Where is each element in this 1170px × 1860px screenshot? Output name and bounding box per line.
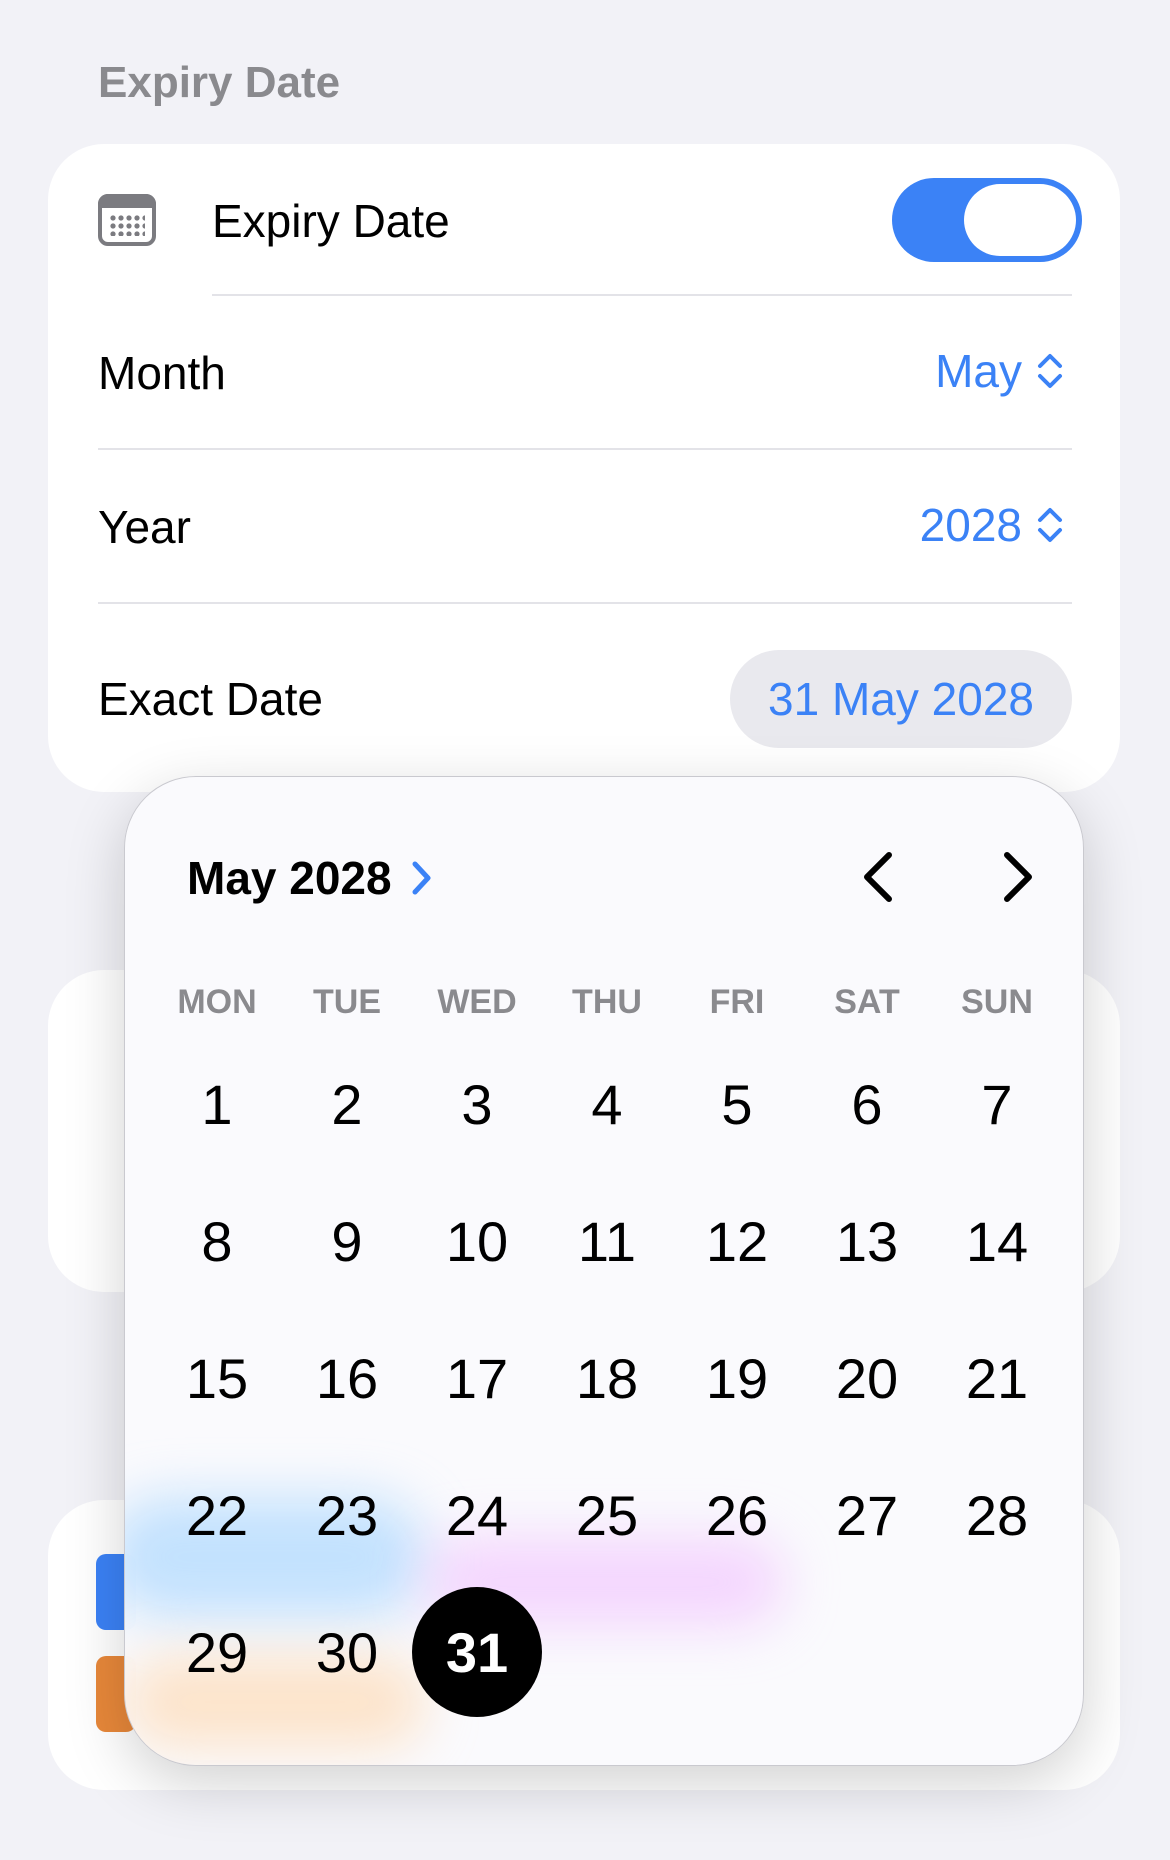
calendar-day-7[interactable]: 7 bbox=[932, 1039, 1062, 1169]
calendar-day-30[interactable]: 30 bbox=[282, 1587, 412, 1717]
calendar-day-6[interactable]: 6 bbox=[802, 1039, 932, 1169]
chevron-updown-icon bbox=[1038, 354, 1062, 388]
weekday-tue: TUE bbox=[313, 983, 381, 1021]
calendar-day-25[interactable]: 25 bbox=[542, 1450, 672, 1580]
month-picker[interactable]: May bbox=[935, 344, 1064, 398]
calendar-day-9[interactable]: 9 bbox=[282, 1176, 412, 1306]
calendar-day-13[interactable]: 13 bbox=[802, 1176, 932, 1306]
calendar-day-19[interactable]: 19 bbox=[672, 1313, 802, 1443]
calendar-day-31[interactable]: 31 bbox=[412, 1587, 542, 1717]
calendar-day-12[interactable]: 12 bbox=[672, 1176, 802, 1306]
month-value: May bbox=[935, 345, 1022, 397]
section-header: Expiry Date bbox=[98, 58, 341, 107]
expiry-settings-card: Expiry Date Month May Year 2028 Exact Da… bbox=[48, 144, 1120, 792]
calendar-day-15[interactable]: 15 bbox=[152, 1313, 282, 1443]
calendar-title: May 2028 bbox=[187, 852, 392, 904]
calendar-day-8[interactable]: 8 bbox=[152, 1176, 282, 1306]
calendar-day-18[interactable]: 18 bbox=[542, 1313, 672, 1443]
calendar-day-3[interactable]: 3 bbox=[412, 1039, 542, 1169]
exact-date-button[interactable]: 31 May 2028 bbox=[730, 650, 1072, 748]
month-row[interactable]: Month May bbox=[48, 296, 1120, 448]
calendar-day-14[interactable]: 14 bbox=[932, 1176, 1062, 1306]
year-row[interactable]: Year 2028 bbox=[48, 450, 1120, 602]
year-value: 2028 bbox=[919, 499, 1022, 551]
calendar-day-11[interactable]: 11 bbox=[542, 1176, 672, 1306]
calendar-day-5[interactable]: 5 bbox=[672, 1039, 802, 1169]
calendar-day-17[interactable]: 17 bbox=[412, 1313, 542, 1443]
month-year-selector[interactable]: May 2028 bbox=[187, 851, 434, 905]
calendar-day-24[interactable]: 24 bbox=[412, 1450, 542, 1580]
calendar-day-16[interactable]: 16 bbox=[282, 1313, 412, 1443]
expiry-toggle[interactable] bbox=[892, 178, 1082, 262]
calendar-day-26[interactable]: 26 bbox=[672, 1450, 802, 1580]
previous-month-button[interactable] bbox=[853, 847, 909, 907]
toggle-knob bbox=[964, 184, 1076, 256]
year-picker[interactable]: 2028 bbox=[920, 498, 1064, 552]
calendar-day-20[interactable]: 20 bbox=[802, 1313, 932, 1443]
calendar-day-28[interactable]: 28 bbox=[932, 1450, 1062, 1580]
calendar-day-4[interactable]: 4 bbox=[542, 1039, 672, 1169]
weekday-fri: FRI bbox=[709, 983, 765, 1021]
weekday-thu: THU bbox=[572, 983, 642, 1021]
calendar-day-21[interactable]: 21 bbox=[932, 1313, 1062, 1443]
selected-day-label: 31 bbox=[412, 1587, 542, 1717]
calendar-day-10[interactable]: 10 bbox=[412, 1176, 542, 1306]
year-label: Year bbox=[98, 501, 191, 553]
weekday-wed: WED bbox=[437, 983, 517, 1021]
calendar-day-23[interactable]: 23 bbox=[282, 1450, 412, 1580]
chevron-updown-icon bbox=[1038, 508, 1062, 542]
calendar-icon bbox=[98, 194, 156, 246]
weekday-mon: MON bbox=[177, 983, 257, 1021]
next-month-button[interactable] bbox=[987, 847, 1043, 907]
expiry-toggle-row: Expiry Date bbox=[48, 144, 1120, 296]
weekday-sat: SAT bbox=[834, 983, 900, 1021]
expiry-toggle-label: Expiry Date bbox=[212, 195, 450, 247]
calendar-day-2[interactable]: 2 bbox=[282, 1039, 412, 1169]
calendar-day-1[interactable]: 1 bbox=[152, 1039, 282, 1169]
calendar-day-22[interactable]: 22 bbox=[152, 1450, 282, 1580]
chevron-right-icon bbox=[412, 861, 431, 895]
calendar-day-29[interactable]: 29 bbox=[152, 1587, 282, 1717]
exact-date-label: Exact Date bbox=[98, 673, 323, 725]
date-picker-popover: May 2028 MON TUE WED THU FRI SAT SUN 123456789… bbox=[124, 776, 1084, 1766]
month-label: Month bbox=[98, 347, 226, 399]
calendar-day-27[interactable]: 27 bbox=[802, 1450, 932, 1580]
weekday-sun: SUN bbox=[961, 983, 1033, 1021]
